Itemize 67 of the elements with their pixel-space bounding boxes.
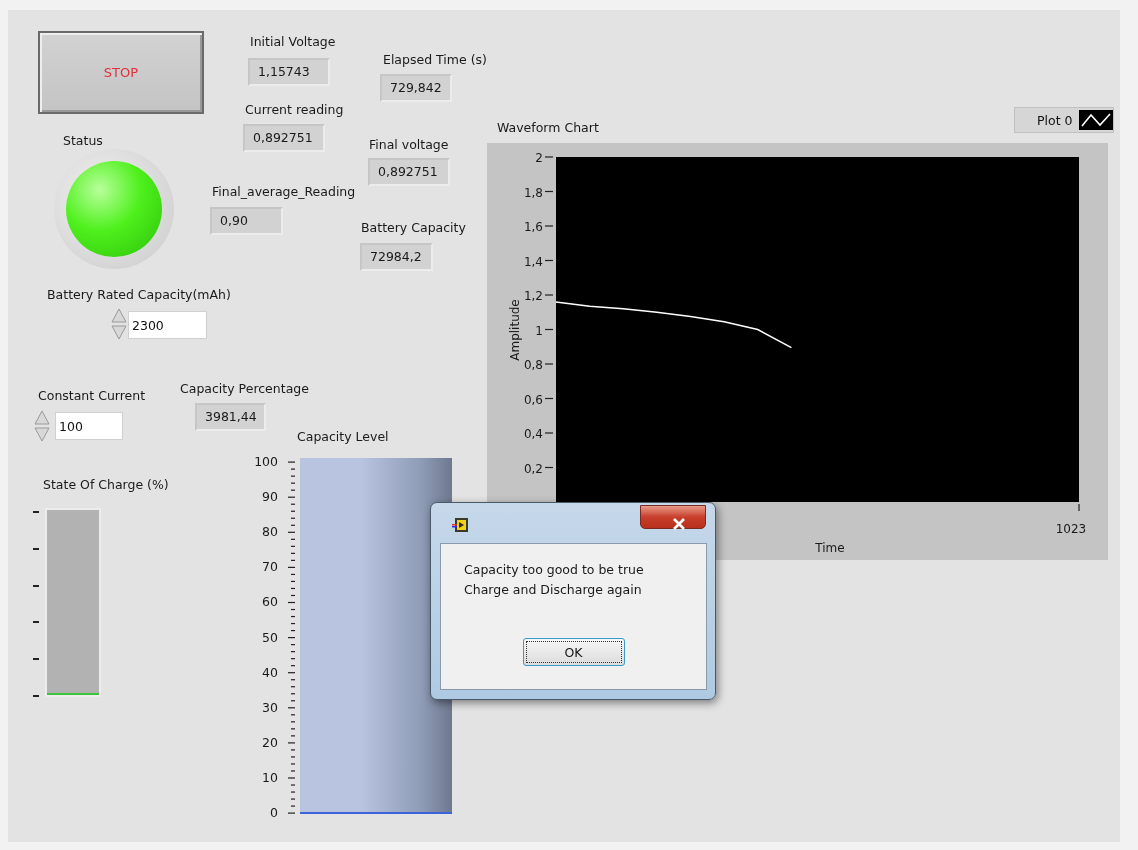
numeric-indicator: 0,892751 bbox=[368, 158, 450, 186]
indicator-label: Final voltage bbox=[369, 136, 449, 154]
y-tick bbox=[545, 294, 553, 296]
y-tick bbox=[545, 328, 553, 331]
numeric-indicator: 3981,44 bbox=[195, 403, 266, 431]
y-tick-label: 0,6 bbox=[523, 392, 543, 407]
x-axis-title: Time bbox=[815, 541, 845, 555]
indicator-label: Elapsed Time (s) bbox=[383, 51, 487, 69]
scale-label: 20 bbox=[261, 733, 278, 752]
close-icon bbox=[672, 517, 686, 530]
legend-label: Plot 0 bbox=[1037, 112, 1073, 128]
indicator-label: Battery Capacity bbox=[361, 219, 466, 237]
numeric-input[interactable]: 100 bbox=[55, 412, 123, 440]
y-tick-label: 1,4 bbox=[523, 254, 543, 269]
scale-label: 70 bbox=[261, 558, 278, 577]
y-tick bbox=[545, 397, 553, 400]
y-tick-label: 1,8 bbox=[523, 185, 543, 200]
app-icon bbox=[452, 516, 470, 534]
x-tick bbox=[1078, 504, 1080, 511]
y-tick-label: 1 bbox=[535, 323, 543, 338]
indicator-label: Capacity Percentage bbox=[180, 380, 309, 398]
y-tick-label: 0,4 bbox=[523, 427, 543, 441]
numeric-indicator: 72984,2 bbox=[360, 243, 433, 271]
ok-button[interactable]: OK bbox=[522, 638, 625, 666]
numeric-indicator: 0,892751 bbox=[243, 124, 325, 152]
y-tick-label: 0,8 bbox=[523, 358, 543, 372]
y-tick-label: 0,2 bbox=[523, 461, 543, 476]
y-tick-label: 1,6 bbox=[523, 220, 543, 234]
tank-label: State Of Charge (%) bbox=[43, 476, 169, 494]
chart-title: Waveform Chart bbox=[497, 119, 599, 137]
numeric-indicator: 1,15743 bbox=[248, 58, 330, 86]
line-sample-icon bbox=[1078, 110, 1113, 130]
y-tick bbox=[545, 190, 553, 193]
indicator-label: Final_average_Reading bbox=[212, 183, 356, 201]
y-tick-label: 2 bbox=[535, 151, 543, 165]
scale-label: 0 bbox=[269, 804, 278, 822]
y-tick-label: 1,2 bbox=[523, 289, 543, 303]
indicator-label: Current reading bbox=[245, 101, 344, 119]
increment-arrows-icon[interactable] bbox=[110, 308, 128, 340]
y-tick bbox=[545, 466, 553, 469]
scale-label: 60 bbox=[261, 593, 278, 612]
control-label: Battery Rated Capacity(mAh) bbox=[47, 286, 231, 304]
dialog-message: Capacity too good to be true Charge and Discharge again bbox=[463, 561, 644, 599]
numeric-indicator: 0,90 bbox=[210, 207, 283, 235]
increment-arrows-icon[interactable] bbox=[33, 410, 51, 442]
scale-label: 80 bbox=[261, 523, 278, 542]
numeric-input[interactable]: 2300 bbox=[128, 311, 207, 339]
scale-label: 100 bbox=[253, 453, 278, 471]
scale-label: 10 bbox=[261, 768, 278, 787]
scale-label: 90 bbox=[261, 488, 278, 507]
x-tick-label: 1023 bbox=[1055, 522, 1087, 536]
y-tick bbox=[545, 363, 553, 365]
y-axis-title: Amplitude bbox=[508, 299, 522, 361]
y-tick bbox=[545, 225, 553, 227]
y-tick bbox=[545, 259, 553, 262]
y-tick bbox=[545, 432, 553, 434]
indicator-label: Initial Voltage bbox=[250, 33, 336, 51]
scale-label: 50 bbox=[261, 628, 278, 647]
close-button[interactable] bbox=[640, 505, 706, 529]
control-label: Constant Current bbox=[38, 387, 146, 405]
scale-label: 40 bbox=[261, 663, 278, 682]
tank-label: Capacity Level bbox=[297, 428, 389, 446]
plot-legend[interactable]: Plot 0 bbox=[1014, 107, 1114, 133]
status-label: Status bbox=[63, 132, 103, 150]
y-tick bbox=[545, 156, 553, 158]
scale-label: 30 bbox=[261, 698, 278, 717]
numeric-indicator: 729,842 bbox=[380, 74, 452, 102]
